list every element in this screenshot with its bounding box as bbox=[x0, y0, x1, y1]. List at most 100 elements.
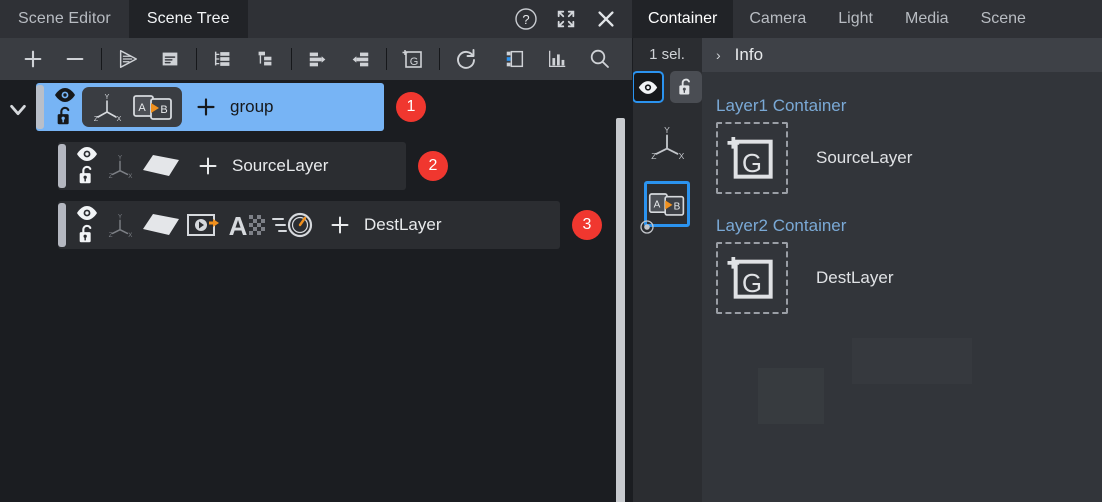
status-badge: 3 bbox=[572, 210, 602, 240]
expand-tree-icon[interactable] bbox=[206, 42, 240, 76]
radio-selected-icon[interactable] bbox=[640, 220, 654, 234]
info-section-label: Info bbox=[735, 45, 763, 65]
indent-right-icon[interactable] bbox=[301, 42, 335, 76]
tree-row-group[interactable]: Y Z X A B bbox=[36, 83, 384, 131]
selection-strip: 1 sel. Y Z X bbox=[632, 38, 702, 502]
info-section-header[interactable]: › Info bbox=[702, 38, 1102, 72]
collapse-tree-icon[interactable] bbox=[248, 42, 282, 76]
tree-scrollbar[interactable] bbox=[616, 118, 625, 502]
table-row[interactable]: Y Z X SourceLayer bbox=[58, 142, 406, 190]
tree-row-destlayer[interactable]: Y Z X bbox=[58, 201, 560, 249]
tab-camera[interactable]: Camera bbox=[733, 0, 822, 38]
tree-twisty-group[interactable] bbox=[6, 98, 30, 122]
layer2-layer-name: DestLayer bbox=[816, 268, 893, 288]
tab-scene-label: Scene bbox=[981, 10, 1026, 28]
outdent-left-icon[interactable] bbox=[343, 42, 377, 76]
transition-ab-icon[interactable]: A B bbox=[131, 89, 175, 125]
svg-text:X: X bbox=[679, 151, 685, 161]
search-magnifier-icon[interactable] bbox=[582, 42, 616, 76]
empty-slot-placeholder bbox=[852, 338, 972, 384]
table-row[interactable]: Y Z X bbox=[58, 201, 560, 249]
tabbar-spacer bbox=[248, 0, 514, 38]
remove-button[interactable] bbox=[58, 42, 92, 76]
empty-slot-placeholder bbox=[758, 368, 824, 424]
tab-light-label: Light bbox=[838, 10, 873, 28]
plus-icon[interactable] bbox=[196, 97, 216, 117]
plus-icon[interactable] bbox=[198, 156, 218, 176]
badge-number: 2 bbox=[429, 157, 438, 175]
svg-text:Y: Y bbox=[105, 94, 110, 101]
add-group-g-icon[interactable]: G bbox=[716, 122, 788, 194]
panel-divider bbox=[632, 38, 633, 502]
close-icon[interactable] bbox=[594, 7, 618, 31]
play-arrow-icon[interactable] bbox=[111, 42, 145, 76]
speedometer-icon[interactable] bbox=[270, 207, 316, 243]
tab-scene-editor[interactable]: Scene Editor bbox=[0, 0, 129, 38]
row-drag-handle[interactable] bbox=[36, 85, 44, 129]
tab-scene-tree-label: Scene Tree bbox=[147, 10, 230, 28]
axis-gizmo-icon[interactable]: Y Z X bbox=[89, 89, 125, 125]
add-button[interactable] bbox=[16, 42, 50, 76]
unlock-icon bbox=[76, 164, 98, 186]
axis-gizmo-icon[interactable]: Y Z X bbox=[102, 207, 138, 243]
tab-light[interactable]: Light bbox=[822, 0, 889, 38]
table-row[interactable]: Y Z X A B bbox=[36, 83, 384, 131]
panel-layout-icon[interactable] bbox=[498, 42, 532, 76]
plus-icon[interactable] bbox=[330, 215, 350, 235]
svg-text:B: B bbox=[160, 104, 167, 116]
tab-scene[interactable]: Scene bbox=[965, 0, 1042, 38]
scene-tree-application: Scene Editor Scene Tree ? bbox=[0, 0, 1102, 502]
svg-text:B: B bbox=[674, 201, 681, 212]
fullscreen-icon[interactable] bbox=[554, 7, 578, 31]
add-group-g-icon[interactable]: G bbox=[396, 42, 430, 76]
eye-icon bbox=[75, 146, 99, 162]
layer2-container-block: Layer2 Container G DestLayer bbox=[702, 216, 1102, 314]
toolbar-separator bbox=[196, 48, 197, 70]
tab-container-label: Container bbox=[648, 10, 717, 28]
toolbar-separator bbox=[291, 48, 292, 70]
plane-geometry-icon[interactable] bbox=[138, 207, 184, 243]
destlayer-label-area: DestLayer bbox=[316, 215, 467, 235]
plane-geometry-icon[interactable] bbox=[138, 148, 184, 184]
svg-text:X: X bbox=[117, 116, 122, 123]
row-visibility-lock-sourcelayer[interactable] bbox=[72, 144, 102, 188]
eye-icon bbox=[637, 80, 659, 95]
tree-scrollbar-thumb[interactable] bbox=[616, 118, 625, 502]
unlock-icon bbox=[54, 105, 76, 127]
svg-text:A: A bbox=[654, 200, 661, 211]
badge-number: 1 bbox=[407, 98, 416, 116]
container-content: › Info Layer1 Container G SourceLayer La… bbox=[702, 38, 1102, 502]
bar-chart-icon[interactable] bbox=[540, 42, 574, 76]
layer1-layer-name: SourceLayer bbox=[816, 148, 912, 168]
sourcelayer-label-area: SourceLayer bbox=[184, 156, 354, 176]
svg-text:?: ? bbox=[522, 12, 529, 27]
svg-text:G: G bbox=[410, 56, 419, 68]
tree-toolbar: G bbox=[0, 38, 632, 80]
media-play-icon[interactable] bbox=[184, 207, 226, 243]
axis-gizmo-icon[interactable]: Y Z X bbox=[644, 119, 690, 165]
row-drag-handle[interactable] bbox=[58, 144, 66, 188]
tab-container[interactable]: Container bbox=[632, 0, 733, 38]
svg-text:Z: Z bbox=[109, 173, 113, 180]
tree-row-label: DestLayer bbox=[364, 215, 441, 235]
text-alpha-icon[interactable]: A bbox=[226, 207, 270, 243]
svg-text:Y: Y bbox=[118, 154, 122, 161]
tree-row-sourcelayer[interactable]: Y Z X SourceLayer 2 bbox=[58, 142, 406, 190]
row-visibility-lock-destlayer[interactable] bbox=[72, 203, 102, 247]
document-lines-icon[interactable] bbox=[153, 42, 187, 76]
row-drag-handle[interactable] bbox=[58, 203, 66, 247]
tab-media[interactable]: Media bbox=[889, 0, 965, 38]
row-visibility-lock-group[interactable] bbox=[50, 85, 80, 129]
help-icon[interactable]: ? bbox=[514, 7, 538, 31]
refresh-circular-arrow-icon[interactable] bbox=[449, 42, 483, 76]
strip-toggle-buttons bbox=[632, 71, 702, 103]
layer1-container-row: G SourceLayer bbox=[716, 122, 1102, 194]
svg-text:Y: Y bbox=[664, 125, 670, 135]
add-group-g-icon[interactable]: G bbox=[716, 242, 788, 314]
tab-scene-tree[interactable]: Scene Tree bbox=[129, 0, 248, 38]
lock-toggle[interactable] bbox=[670, 71, 702, 103]
svg-text:A: A bbox=[229, 211, 248, 240]
layer1-container-title: Layer1 Container bbox=[716, 96, 1102, 116]
visibility-toggle[interactable] bbox=[632, 71, 664, 103]
axis-gizmo-icon[interactable]: Y Z X bbox=[102, 148, 138, 184]
